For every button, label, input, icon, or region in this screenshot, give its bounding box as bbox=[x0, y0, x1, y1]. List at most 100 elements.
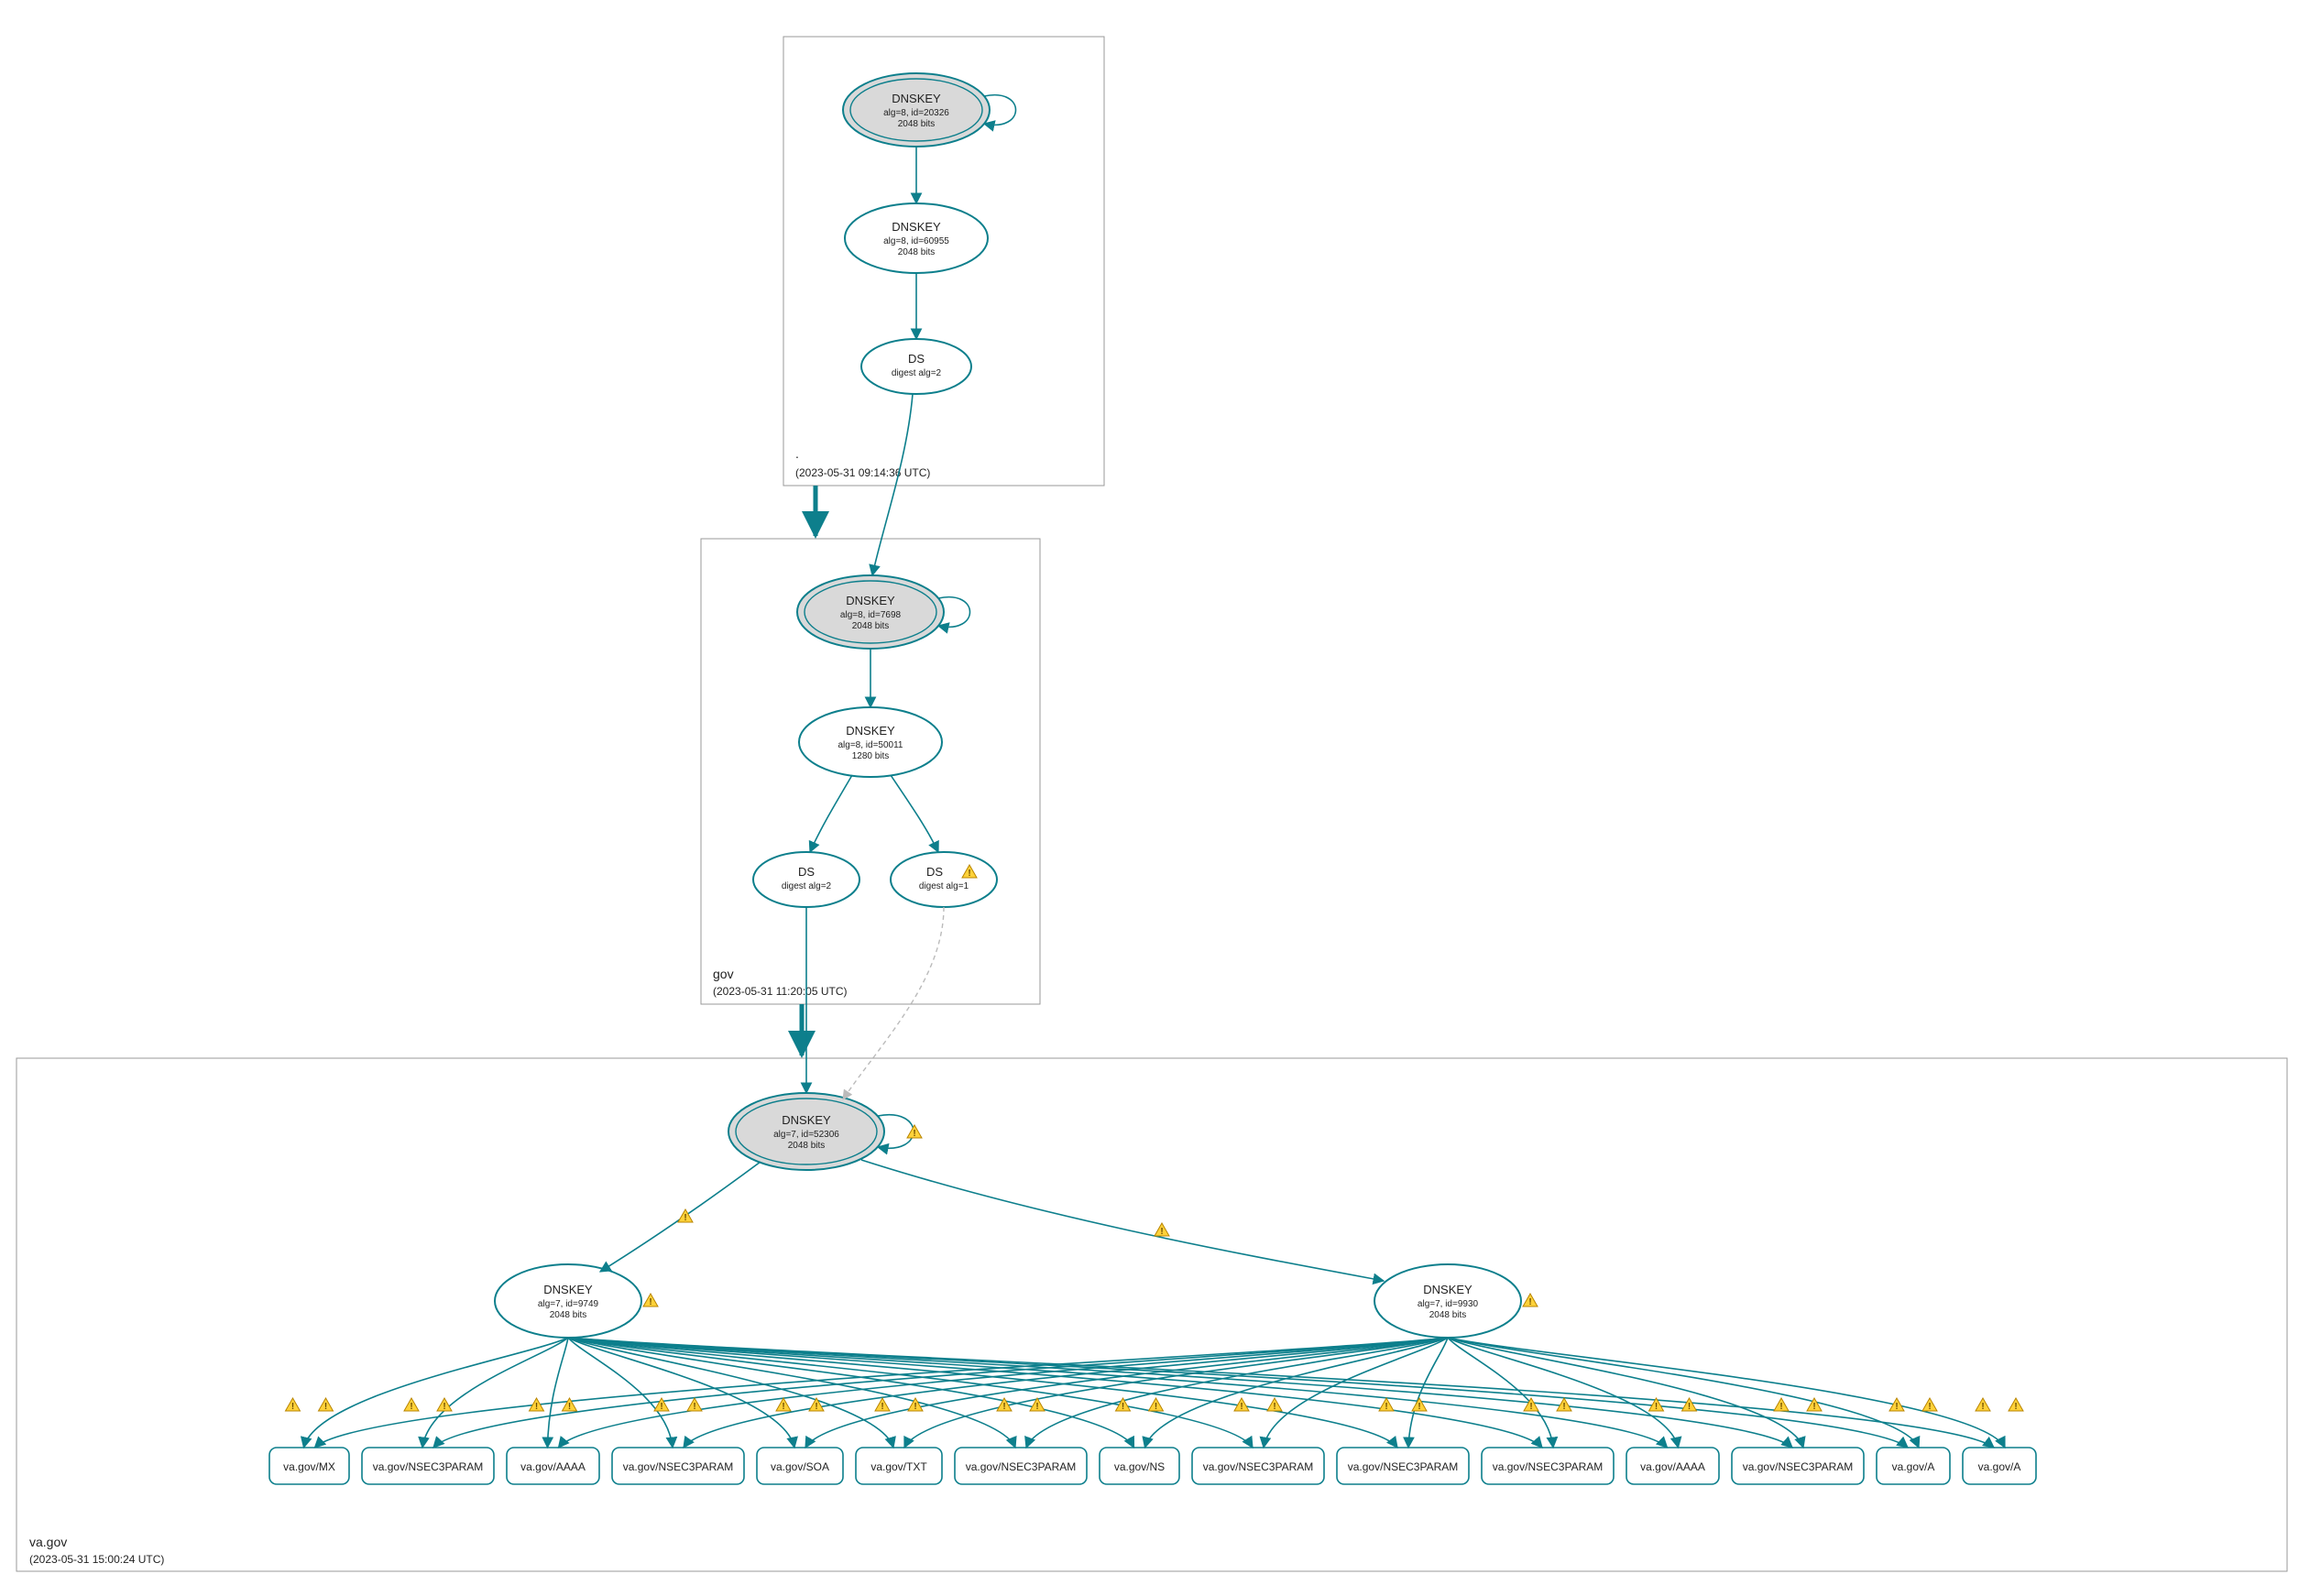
warning-icon: ! bbox=[1682, 1398, 1697, 1412]
node-gov-ds2: DS digest alg=2 bbox=[753, 852, 859, 907]
rrset-leaf-label: va.gov/MX bbox=[283, 1460, 335, 1473]
edge-gov-ds1-to-va-ksk bbox=[843, 907, 944, 1099]
rrset-leaf-label: va.gov/A bbox=[1978, 1460, 2021, 1473]
warning-icon: ! bbox=[1976, 1398, 1990, 1412]
svg-text:DS: DS bbox=[926, 865, 943, 879]
dnssec-diagram: . (2023-05-31 09:14:36 UTC) DNSKEY alg=8… bbox=[0, 0, 2299, 1596]
svg-text:2048 bits: 2048 bits bbox=[898, 247, 936, 257]
svg-text:DNSKEY: DNSKEY bbox=[892, 92, 941, 105]
svg-text:!: ! bbox=[693, 1402, 695, 1412]
svg-text:!: ! bbox=[1562, 1402, 1565, 1412]
warning-icon: ! bbox=[286, 1398, 301, 1412]
rrset-leaf-label: va.gov/NSEC3PARAM bbox=[966, 1460, 1077, 1473]
edge-va-ksk-to-zsk-b bbox=[861, 1160, 1384, 1281]
edge-gov-zsk-to-ds1 bbox=[891, 775, 938, 852]
svg-text:DS: DS bbox=[798, 865, 815, 879]
node-vagov-zsk-b: DNSKEY alg=7, id=9930 2048 bits bbox=[1374, 1264, 1521, 1338]
svg-text:digest alg=2: digest alg=2 bbox=[782, 881, 832, 891]
svg-text:!: ! bbox=[1273, 1402, 1275, 1412]
svg-text:DNSKEY: DNSKEY bbox=[846, 594, 895, 607]
edge-zsk-a-to-leaf bbox=[304, 1338, 569, 1448]
node-vagov-zsk-a: DNSKEY alg=7, id=9749 2048 bits bbox=[495, 1264, 641, 1338]
svg-text:2048 bits: 2048 bits bbox=[788, 1141, 826, 1151]
svg-text:!: ! bbox=[649, 1297, 651, 1307]
edge-zsk-b-to-leaf bbox=[1448, 1338, 2005, 1448]
svg-text:alg=7, id=9930: alg=7, id=9930 bbox=[1418, 1299, 1479, 1309]
svg-text:!: ! bbox=[782, 1402, 784, 1412]
node-root-zsk: DNSKEY alg=8, id=60955 2048 bits bbox=[845, 203, 988, 273]
node-root-ds: DS digest alg=2 bbox=[861, 339, 971, 394]
svg-text:!: ! bbox=[1981, 1402, 1984, 1412]
svg-text:!: ! bbox=[1529, 1402, 1532, 1412]
warning-icon: ! bbox=[1523, 1294, 1538, 1307]
rrset-leaf-label: va.gov/NSEC3PARAM bbox=[1348, 1460, 1459, 1473]
svg-text:alg=7, id=9749: alg=7, id=9749 bbox=[538, 1299, 599, 1309]
warning-icon: ! bbox=[1155, 1223, 1169, 1237]
warning-icon: ! bbox=[319, 1398, 334, 1412]
edge-zsk-a-to-leaf bbox=[422, 1338, 568, 1448]
node-gov-ds1: DS digest alg=1 ! bbox=[891, 852, 997, 907]
svg-text:!: ! bbox=[684, 1213, 686, 1223]
zone-vagov-time: (2023-05-31 15:00:24 UTC) bbox=[29, 1553, 164, 1566]
edge-root-ds-to-gov-ksk bbox=[872, 394, 913, 575]
svg-text:alg=8, id=20326: alg=8, id=20326 bbox=[883, 108, 949, 118]
svg-text:2048 bits: 2048 bits bbox=[852, 621, 890, 631]
edge-zsk-a-to-leaf bbox=[548, 1338, 569, 1448]
warning-icon: ! bbox=[907, 1125, 922, 1139]
svg-text:DNSKEY: DNSKEY bbox=[782, 1113, 831, 1127]
svg-text:2048 bits: 2048 bits bbox=[898, 119, 936, 129]
svg-text:!: ! bbox=[1928, 1402, 1931, 1412]
svg-text:!: ! bbox=[535, 1402, 538, 1412]
svg-text:!: ! bbox=[410, 1402, 412, 1412]
warning-icon: ! bbox=[1267, 1398, 1282, 1412]
edge-gov-zsk-to-ds2 bbox=[810, 775, 852, 852]
svg-text:alg=8, id=50011: alg=8, id=50011 bbox=[838, 740, 903, 750]
svg-text:!: ! bbox=[1779, 1402, 1782, 1412]
svg-text:alg=8, id=60955: alg=8, id=60955 bbox=[883, 236, 949, 246]
zone-vagov-box bbox=[16, 1058, 2287, 1571]
svg-text:!: ! bbox=[1002, 1402, 1005, 1412]
rrset-leaf-label: va.gov/AAAA bbox=[1640, 1460, 1705, 1473]
rrset-leaf-label: va.gov/SOA bbox=[771, 1460, 829, 1473]
zone-vagov-label: va.gov bbox=[29, 1535, 67, 1549]
svg-text:digest alg=2: digest alg=2 bbox=[892, 368, 942, 378]
rrset-leaf-label: va.gov/AAAA bbox=[520, 1460, 586, 1473]
node-root-ksk: DNSKEY alg=8, id=20326 2048 bits bbox=[843, 73, 990, 147]
warning-icon: ! bbox=[875, 1398, 890, 1412]
svg-text:2048 bits: 2048 bits bbox=[550, 1310, 587, 1320]
svg-text:DNSKEY: DNSKEY bbox=[846, 724, 895, 738]
svg-text:!: ! bbox=[968, 869, 970, 879]
svg-text:!: ! bbox=[1418, 1402, 1420, 1412]
svg-text:!: ! bbox=[881, 1402, 883, 1412]
svg-text:!: ! bbox=[1528, 1297, 1531, 1307]
zone-root-label: . bbox=[795, 446, 799, 461]
svg-text:1280 bits: 1280 bits bbox=[852, 751, 890, 761]
svg-text:DNSKEY: DNSKEY bbox=[543, 1283, 593, 1296]
svg-text:!: ! bbox=[914, 1402, 916, 1412]
warning-icon: ! bbox=[1379, 1398, 1394, 1412]
rrset-leaf-label: va.gov/A bbox=[1892, 1460, 1935, 1473]
svg-text:!: ! bbox=[443, 1402, 445, 1412]
rrset-leaf-label: va.gov/NSEC3PARAM bbox=[373, 1460, 484, 1473]
svg-text:!: ! bbox=[1035, 1402, 1038, 1412]
warning-icon: ! bbox=[2009, 1398, 2023, 1412]
edge-va-ksk-to-zsk-a bbox=[600, 1162, 761, 1272]
svg-text:!: ! bbox=[324, 1402, 327, 1412]
warning-icon: ! bbox=[1149, 1398, 1164, 1412]
svg-text:!: ! bbox=[815, 1402, 817, 1412]
svg-text:alg=8, id=7698: alg=8, id=7698 bbox=[840, 610, 902, 620]
svg-text:DNSKEY: DNSKEY bbox=[892, 220, 941, 234]
svg-text:DNSKEY: DNSKEY bbox=[1423, 1283, 1472, 1296]
svg-text:!: ! bbox=[1688, 1402, 1691, 1412]
node-gov-zsk: DNSKEY alg=8, id=50011 1280 bits bbox=[799, 707, 942, 777]
svg-text:!: ! bbox=[2014, 1402, 2017, 1412]
svg-text:!: ! bbox=[1160, 1227, 1163, 1237]
svg-text:2048 bits: 2048 bits bbox=[1429, 1310, 1467, 1320]
svg-text:!: ! bbox=[1812, 1402, 1815, 1412]
svg-text:!: ! bbox=[291, 1402, 294, 1412]
rrset-leaf-label: va.gov/NSEC3PARAM bbox=[1493, 1460, 1604, 1473]
zone-gov-time: (2023-05-31 11:20:05 UTC) bbox=[713, 985, 848, 998]
svg-text:!: ! bbox=[1655, 1402, 1658, 1412]
warning-icon: ! bbox=[404, 1398, 419, 1412]
svg-text:!: ! bbox=[1240, 1402, 1243, 1412]
